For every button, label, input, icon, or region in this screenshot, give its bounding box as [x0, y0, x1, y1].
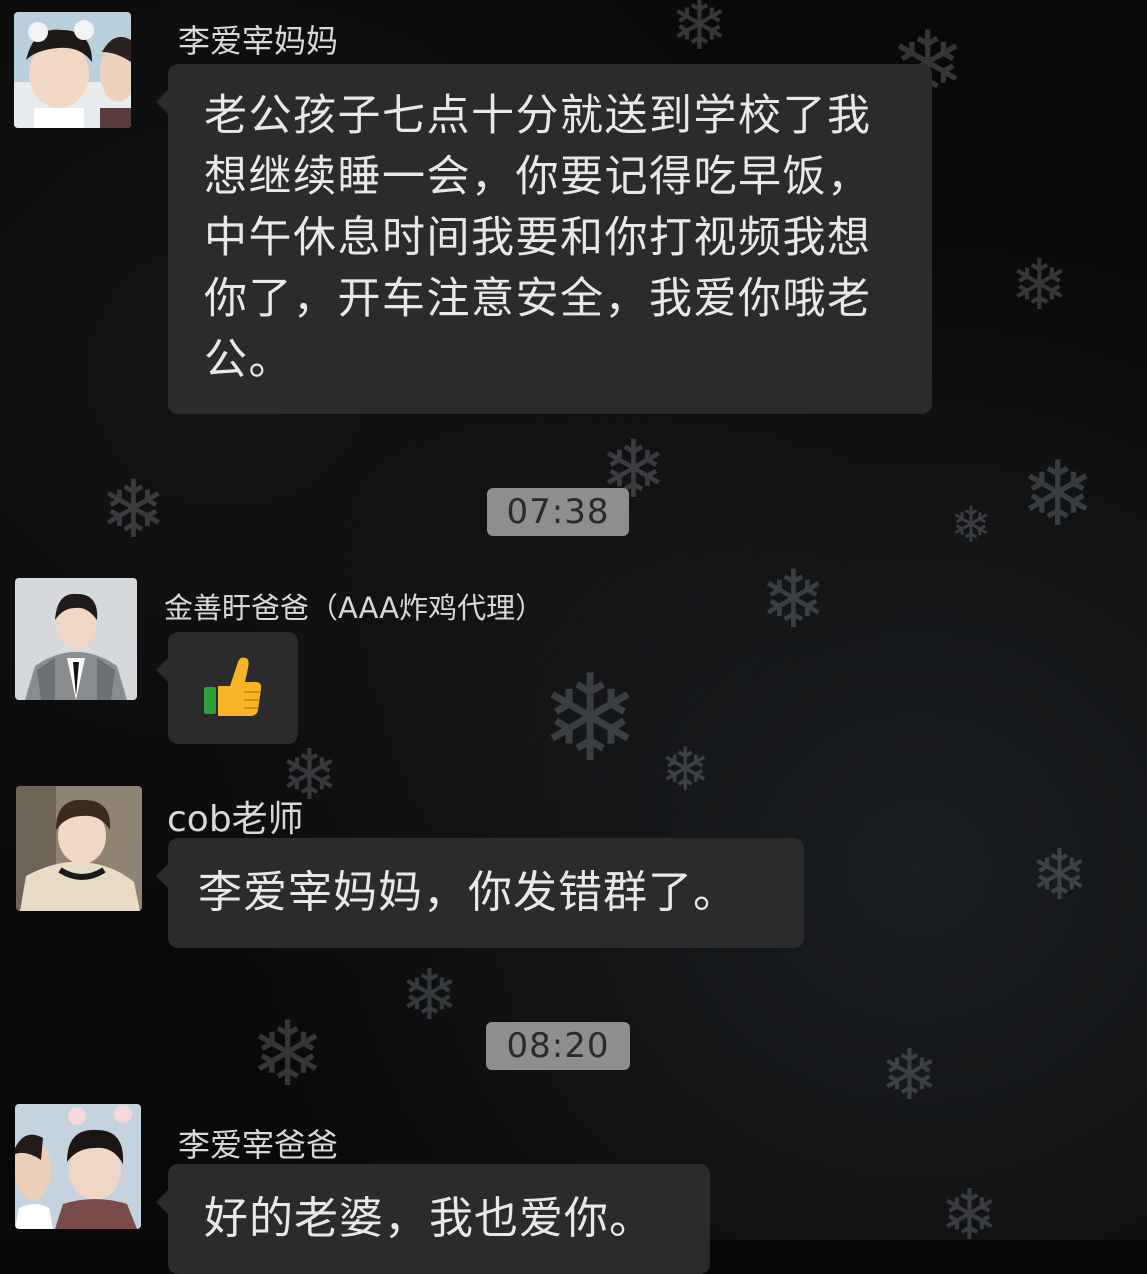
thumbs-up-icon: [204, 657, 262, 716]
snowflake-icon: ❄: [950, 496, 992, 554]
snowflake-icon: ❄: [1020, 442, 1096, 547]
sticker-bubble[interactable]: [156, 632, 298, 744]
timestamp: 08:20: [486, 1022, 630, 1070]
snowflake-icon: ❄: [250, 1002, 326, 1107]
message-text: 老公孩子七点十分就送到学校了我想继续睡一会，你要记得吃早饭，中午休息时间我要和你…: [204, 91, 872, 385]
sender-name: 李爱宰妈妈: [178, 22, 339, 60]
snowflake-icon: ❄: [1030, 834, 1089, 916]
message-bubble[interactable]: 老公孩子七点十分就送到学校了我想继续睡一会，你要记得吃早饭，中午休息时间我要和你…: [156, 64, 932, 414]
snowflake-icon: ❄: [540, 650, 641, 789]
avatar[interactable]: [14, 12, 131, 128]
avatar[interactable]: [16, 786, 142, 911]
message-bubble[interactable]: 李爱宰妈妈，你发错群了。: [156, 838, 804, 948]
sender-name: cob老师: [167, 799, 304, 840]
snowflake-icon: ❄: [760, 553, 828, 646]
snowflake-icon: ❄: [100, 463, 168, 556]
timestamp: 07:38: [487, 488, 629, 536]
message-text: 好的老婆，我也爱你。: [204, 1193, 654, 1244]
snowflake-icon: ❄: [660, 735, 711, 805]
avatar[interactable]: [15, 578, 137, 700]
sender-name: 金善盱爸爸（AAA炸鸡代理）: [164, 591, 545, 625]
message-bubble[interactable]: 好的老婆，我也爱你。: [156, 1164, 710, 1274]
message-text: 李爱宰妈妈，你发错群了。: [198, 867, 738, 918]
snowflake-icon: ❄: [880, 1034, 939, 1116]
snowflake-icon: ❄: [400, 954, 459, 1036]
snowflake-icon: ❄: [1010, 244, 1069, 326]
snowflake-icon: ❄: [670, 0, 729, 66]
sender-name: 李爱宰爸爸: [178, 1126, 339, 1164]
avatar[interactable]: [15, 1104, 141, 1229]
